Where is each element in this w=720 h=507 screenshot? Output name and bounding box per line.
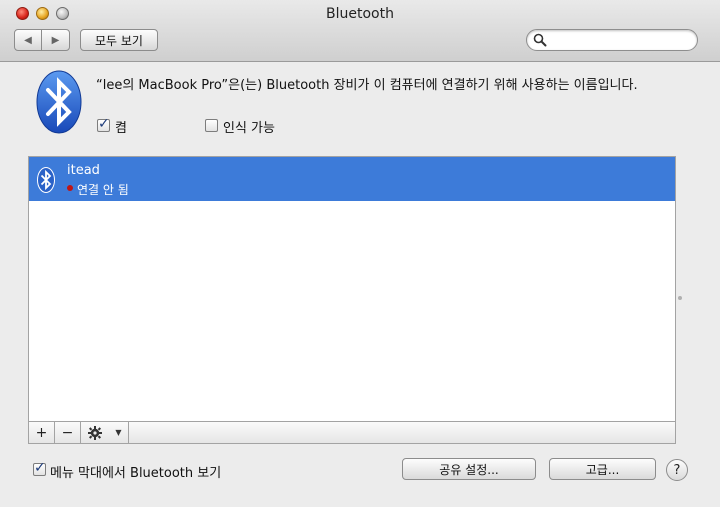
device-list: itead 연결 안 됨 + − ▼ (28, 156, 676, 444)
show-in-menu-bar-checkbox[interactable]: ✓ (33, 460, 46, 476)
bluetooth-preferences-window: Bluetooth ◀ ▶ 모두 보기 “lee의 MacBook Pro”은(… (0, 0, 720, 507)
gear-icon (88, 425, 103, 440)
sharing-setup-button[interactable]: 공유 설정... (402, 458, 536, 480)
show-in-menu-bar-label: 메뉴 막대에서 Bluetooth 보기 (50, 466, 222, 481)
checkmark-icon: ✓ (34, 460, 46, 476)
show-all-button[interactable]: 모두 보기 (80, 29, 158, 51)
discoverable-label: 인식 가능 (223, 121, 275, 136)
title-toolbar: Bluetooth ◀ ▶ 모두 보기 (0, 0, 720, 62)
back-button[interactable]: ◀ (15, 30, 42, 50)
action-menu-button[interactable]: ▼ (81, 422, 129, 443)
forward-arrow-icon: ▶ (51, 34, 60, 46)
resize-handle[interactable] (678, 296, 682, 300)
search-icon (533, 33, 547, 47)
bluetooth-device-icon (37, 167, 55, 193)
search-input[interactable] (549, 32, 689, 48)
status-indicator-icon (67, 185, 73, 191)
device-name: itead (67, 163, 100, 178)
computer-name-description: “lee의 MacBook Pro”은(는) Bluetooth 장비가 이 컴… (96, 78, 638, 93)
bluetooth-on-label: 켬 (115, 121, 127, 136)
device-status: 연결 안 됨 (77, 183, 129, 197)
add-device-button[interactable]: + (29, 422, 55, 443)
navigation-segmented-control: ◀ ▶ (14, 29, 70, 51)
window-title: Bluetooth (326, 6, 394, 22)
remove-device-button[interactable]: − (55, 422, 81, 443)
chevron-down-icon: ▼ (115, 428, 122, 437)
list-item[interactable]: itead 연결 안 됨 (29, 157, 675, 201)
back-arrow-icon: ◀ (24, 34, 32, 46)
help-button[interactable]: ? (666, 459, 688, 481)
forward-button[interactable]: ▶ (42, 30, 69, 50)
advanced-button[interactable]: 고급... (549, 458, 656, 480)
list-toolbar: + − ▼ (29, 421, 675, 443)
discoverable-checkbox[interactable] (205, 119, 218, 132)
bluetooth-logo-icon (36, 70, 82, 134)
bluetooth-on-checkbox[interactable]: ✓ (97, 116, 110, 132)
checkmark-icon: ✓ (98, 116, 110, 132)
search-field[interactable] (526, 29, 698, 51)
